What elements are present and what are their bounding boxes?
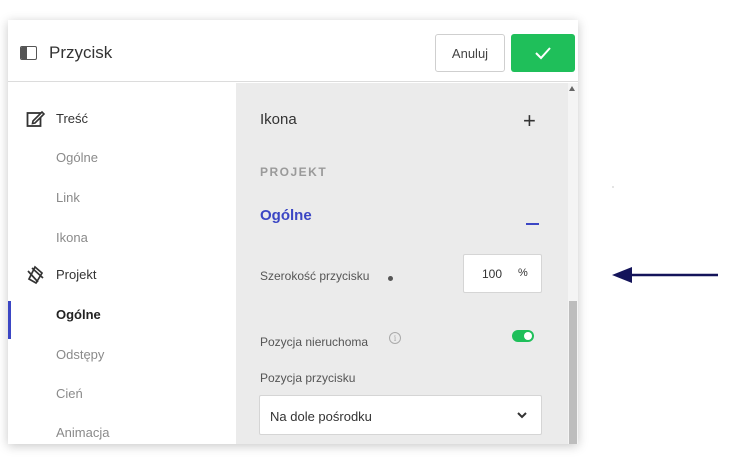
sidebar-item-shadow[interactable]: Cień (8, 374, 236, 412)
sidebar-toggle-icon[interactable] (20, 46, 37, 60)
fixed-position-label: Pozycja nieruchoma (260, 335, 369, 349)
fixed-position-toggle[interactable] (512, 330, 534, 342)
panel-header: Przycisk Anuluj (8, 20, 578, 82)
settings-content: Ikona + PROJEKT Ogólne Szerokość przycis… (236, 83, 568, 444)
sidebar-item-design-general[interactable]: Ogólne (8, 295, 236, 339)
button-width-value: 100 (482, 267, 503, 281)
scrollbar[interactable] (568, 83, 578, 444)
cancel-button[interactable]: Anuluj (435, 34, 505, 72)
sidebar-item-link[interactable]: Link (8, 178, 236, 216)
edit-icon (26, 110, 46, 127)
confirm-button[interactable] (511, 34, 575, 72)
scroll-up-arrow-icon[interactable] (569, 86, 575, 91)
button-position-select[interactable]: Na dole pośrodku (259, 395, 542, 435)
sidebar-section-design[interactable]: Projekt (8, 255, 236, 293)
button-settings-panel: Przycisk Anuluj Treść Ogólne Link Ikona (8, 20, 578, 444)
pointer-arrow-icon (612, 267, 718, 283)
general-section-title[interactable]: Ogólne (260, 207, 312, 224)
sidebar-item-spacing[interactable]: Odstępy (8, 335, 236, 373)
active-indicator (8, 301, 11, 339)
info-icon[interactable]: i (389, 332, 401, 344)
background-speck (612, 186, 614, 188)
sidebar-item-label: Animacja (56, 424, 110, 440)
sidebar-section-content[interactable]: Treść (8, 99, 236, 137)
sidebar-item-label: Link (56, 189, 80, 205)
check-icon (535, 47, 551, 60)
icon-section-title[interactable]: Ikona (260, 111, 297, 128)
sidebar-section-label: Projekt (56, 266, 97, 282)
sidebar-item-icon[interactable]: Ikona (8, 218, 236, 256)
sidebar-section-label: Treść (56, 110, 89, 126)
sidebar: Treść Ogólne Link Ikona Projekt Ogólne O… (8, 83, 236, 444)
collapse-icon[interactable] (526, 223, 539, 225)
button-width-label: Szerokość przycisku (260, 269, 370, 283)
button-position-label: Pozycja przycisku (260, 371, 356, 385)
sidebar-item-label: Odstępy (56, 346, 105, 362)
sidebar-item-label: Ogólne (56, 306, 101, 322)
button-position-value: Na dole pośrodku (270, 409, 372, 424)
chevron-down-icon (517, 412, 527, 419)
sidebar-item-content-general[interactable]: Ogólne (8, 138, 236, 176)
sidebar-item-animation[interactable]: Animacja (8, 413, 236, 444)
button-width-input[interactable]: 100 % (463, 254, 542, 293)
group-label: PROJEKT (260, 165, 328, 179)
scrollbar-thumb[interactable] (569, 301, 577, 444)
design-icon (27, 265, 44, 285)
expand-icon[interactable]: + (523, 110, 536, 132)
button-width-unit[interactable]: % (518, 267, 528, 279)
panel-title: Przycisk (49, 43, 113, 62)
sidebar-item-label: Cień (56, 385, 83, 401)
sidebar-item-label: Ogólne (56, 149, 98, 165)
sidebar-item-label: Ikona (56, 229, 88, 245)
responsive-dot-icon[interactable] (388, 276, 393, 281)
